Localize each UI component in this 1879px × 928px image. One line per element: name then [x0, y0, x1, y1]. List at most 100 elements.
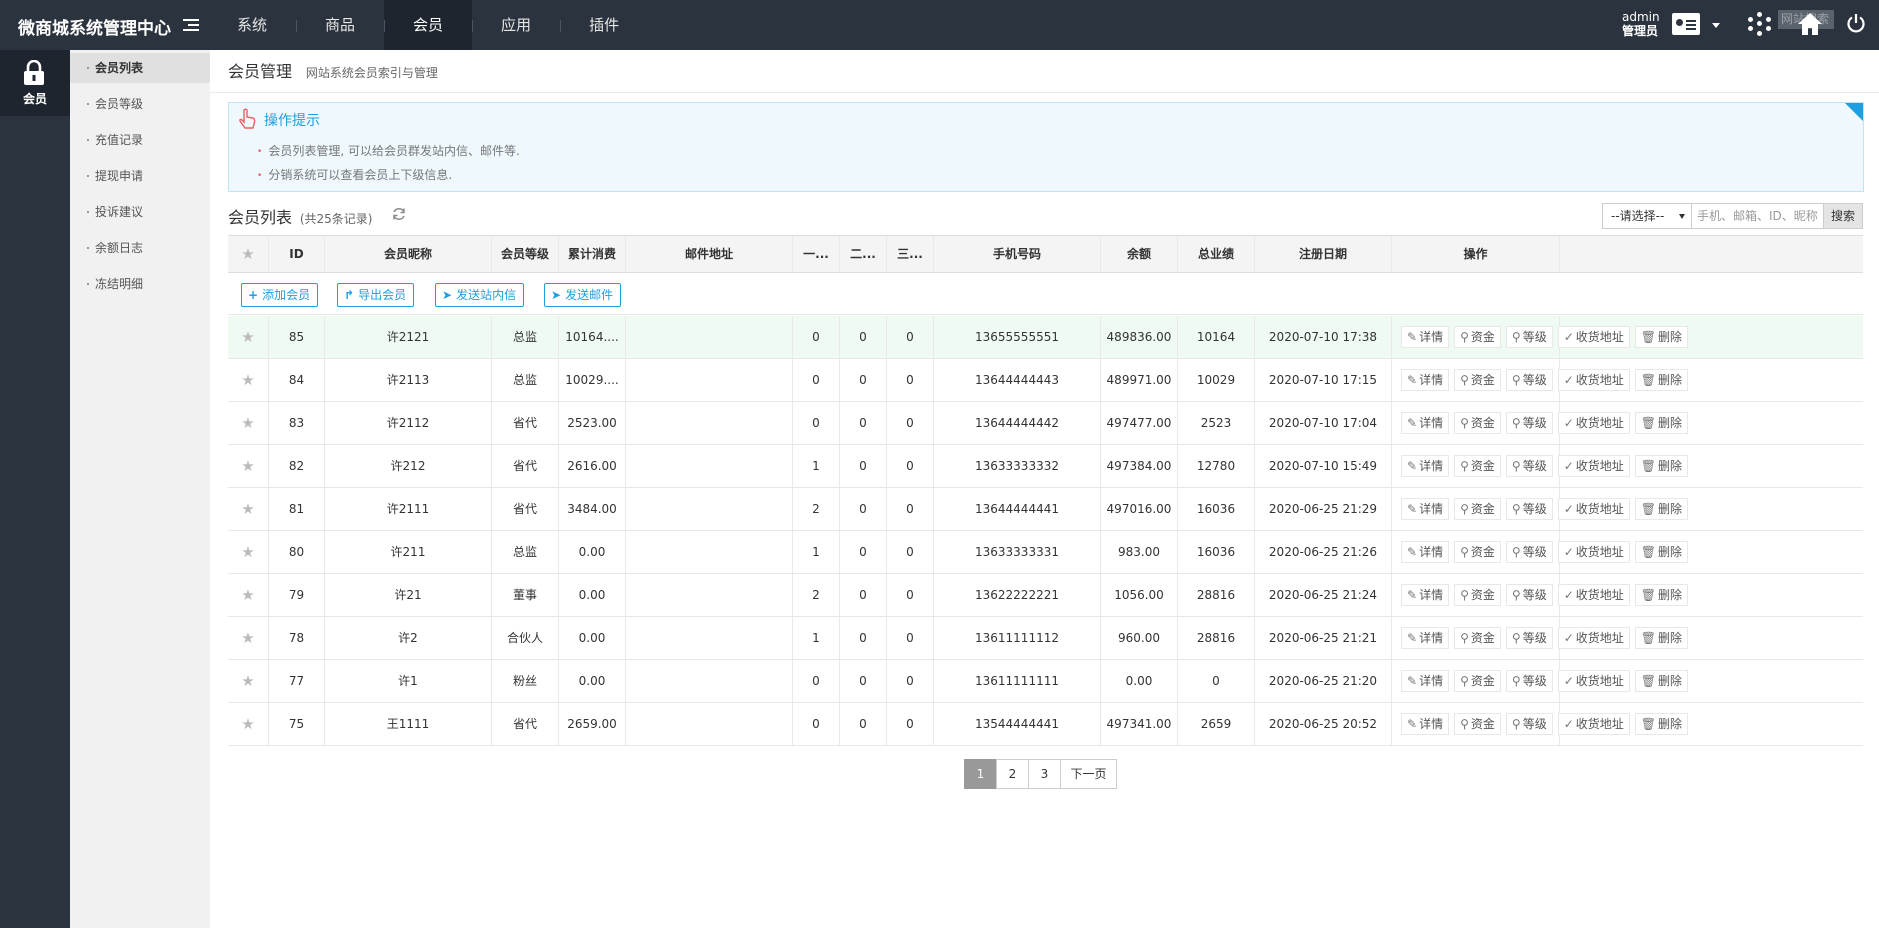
sub-item-complaints[interactable]: 投诉建议: [70, 197, 210, 227]
export-member-button[interactable]: ↱ 导出会员: [337, 283, 415, 307]
address-button[interactable]: ✓ 收货地址: [1557, 412, 1630, 434]
address-button[interactable]: ✓ 收货地址: [1557, 369, 1630, 391]
funds-button[interactable]: ⚲ 资金: [1454, 670, 1501, 692]
level-button[interactable]: ⚲ 等级: [1505, 455, 1553, 477]
page-3-button[interactable]: 3: [1028, 759, 1061, 789]
delete-button[interactable]: 🗑 删除: [1634, 584, 1689, 606]
detail-button[interactable]: ✎ 详情: [1401, 541, 1450, 563]
detail-button[interactable]: ✎ 详情: [1401, 584, 1450, 606]
delete-button[interactable]: 🗑 删除: [1634, 713, 1689, 735]
top-nav-member[interactable]: 会员: [384, 0, 473, 50]
cell-date: 2020-06-25 21:29: [1255, 488, 1392, 530]
funds-button[interactable]: ⚲ 资金: [1454, 713, 1501, 735]
send-email-button[interactable]: ➤ 发送邮件: [544, 283, 622, 307]
page-2-button[interactable]: 2: [996, 759, 1029, 789]
top-nav-goods[interactable]: 商品: [296, 0, 384, 50]
level-button[interactable]: ⚲ 等级: [1505, 670, 1553, 692]
delete-button[interactable]: 🗑 删除: [1634, 369, 1689, 391]
delete-button[interactable]: 🗑 删除: [1634, 326, 1689, 348]
row-star[interactable]: ★: [228, 703, 269, 745]
row-star[interactable]: ★: [228, 445, 269, 487]
detail-button[interactable]: ✎ 详情: [1401, 498, 1450, 520]
address-button[interactable]: ✓ 收货地址: [1557, 498, 1630, 520]
delete-button[interactable]: 🗑 删除: [1634, 498, 1689, 520]
address-button[interactable]: ✓ 收货地址: [1557, 713, 1630, 735]
select-all-star[interactable]: ★: [228, 236, 269, 272]
sub-item-balance-log[interactable]: 余额日志: [70, 233, 210, 263]
tips-collapse-corner[interactable]: [1845, 103, 1863, 121]
sidebar-tile-member[interactable]: 会员: [0, 50, 70, 116]
home-icon[interactable]: [1797, 12, 1823, 36]
detail-button[interactable]: ✎ 详情: [1401, 627, 1450, 649]
refresh-icon[interactable]: [392, 207, 406, 221]
address-button[interactable]: ✓ 收货地址: [1557, 627, 1630, 649]
address-button[interactable]: ✓ 收货地址: [1557, 541, 1630, 563]
funds-button[interactable]: ⚲ 资金: [1454, 541, 1501, 563]
admin-user[interactable]: admin 管理员: [1622, 10, 1660, 38]
menu-toggle-icon[interactable]: [183, 19, 199, 33]
row-star[interactable]: ★: [228, 402, 269, 444]
level-button[interactable]: ⚲ 等级: [1505, 498, 1553, 520]
row-actions: ✎ 详情 ⚲ 资金 ⚲ 等级 ✓ 收货地址 🗑 删除: [1401, 584, 1693, 606]
address-button[interactable]: ✓ 收货地址: [1557, 584, 1630, 606]
level-button[interactable]: ⚲ 等级: [1505, 326, 1553, 348]
detail-button[interactable]: ✎ 详情: [1401, 326, 1450, 348]
row-star[interactable]: ★: [228, 617, 269, 659]
delete-button[interactable]: 🗑 删除: [1634, 627, 1689, 649]
sub-item-recharge[interactable]: 充值记录: [70, 125, 210, 155]
id-card-icon[interactable]: [1672, 13, 1700, 35]
top-nav-system[interactable]: 系统: [208, 0, 296, 50]
funds-button[interactable]: ⚲ 资金: [1454, 326, 1501, 348]
funds-button[interactable]: ⚲ 资金: [1454, 627, 1501, 649]
level-button[interactable]: ⚲ 等级: [1505, 627, 1553, 649]
delete-button[interactable]: 🗑 删除: [1634, 670, 1689, 692]
search-input[interactable]: 手机、邮箱、ID、昵称: [1692, 203, 1824, 229]
delete-button[interactable]: 🗑 删除: [1634, 541, 1689, 563]
next-page-button[interactable]: 下一页: [1060, 759, 1117, 789]
send-message-button[interactable]: ➤ 发送站内信: [435, 283, 525, 307]
delete-button[interactable]: 🗑 删除: [1634, 455, 1689, 477]
delete-button[interactable]: 🗑 删除: [1634, 412, 1689, 434]
edit-icon: ✎: [1407, 373, 1418, 387]
row-star[interactable]: ★: [228, 359, 269, 401]
level-button[interactable]: ⚲ 等级: [1505, 713, 1553, 735]
funds-button[interactable]: ⚲ 资金: [1454, 584, 1501, 606]
detail-button[interactable]: ✎ 详情: [1401, 670, 1450, 692]
theme-dots-icon[interactable]: [1748, 12, 1772, 36]
top-nav-plugins[interactable]: 插件: [560, 0, 648, 50]
funds-button[interactable]: ⚲ 资金: [1454, 369, 1501, 391]
row-star[interactable]: ★: [228, 488, 269, 530]
sub-item-frozen[interactable]: 冻结明细: [70, 269, 210, 299]
address-button[interactable]: ✓ 收货地址: [1557, 455, 1630, 477]
level-button[interactable]: ⚲ 等级: [1505, 369, 1553, 391]
level-button[interactable]: ⚲ 等级: [1505, 541, 1553, 563]
detail-button[interactable]: ✎ 详情: [1401, 713, 1450, 735]
power-icon[interactable]: [1846, 13, 1866, 33]
add-member-button[interactable]: + 添加会员: [241, 283, 319, 307]
row-star[interactable]: ★: [228, 531, 269, 573]
address-button[interactable]: ✓ 收货地址: [1557, 326, 1630, 348]
top-nav-apps[interactable]: 应用: [472, 0, 560, 50]
search-button[interactable]: 搜索: [1824, 203, 1863, 229]
address-button[interactable]: ✓ 收货地址: [1557, 670, 1630, 692]
row-star[interactable]: ★: [228, 574, 269, 616]
funds-button[interactable]: ⚲ 资金: [1454, 412, 1501, 434]
funds-button[interactable]: ⚲ 资金: [1454, 455, 1501, 477]
row-star[interactable]: ★: [228, 316, 269, 358]
col-level2: 二...: [840, 236, 887, 272]
row-star[interactable]: ★: [228, 660, 269, 702]
funds-button[interactable]: ⚲ 资金: [1454, 498, 1501, 520]
level-button[interactable]: ⚲ 等级: [1505, 584, 1553, 606]
level-label: 等级: [1522, 545, 1547, 559]
paper-plane-icon: ➤: [551, 288, 562, 302]
sub-item-withdraw[interactable]: 提现申请: [70, 161, 210, 191]
chevron-down-icon[interactable]: [1712, 23, 1720, 28]
level-button[interactable]: ⚲ 等级: [1505, 412, 1553, 434]
detail-button[interactable]: ✎ 详情: [1401, 455, 1450, 477]
filter-select[interactable]: --请选择--: [1602, 203, 1692, 229]
detail-button[interactable]: ✎ 详情: [1401, 412, 1450, 434]
detail-button[interactable]: ✎ 详情: [1401, 369, 1450, 391]
page-1-button[interactable]: 1: [964, 759, 997, 789]
sub-item-member-level[interactable]: 会员等级: [70, 89, 210, 119]
sub-item-member-list[interactable]: 会员列表: [70, 53, 210, 83]
